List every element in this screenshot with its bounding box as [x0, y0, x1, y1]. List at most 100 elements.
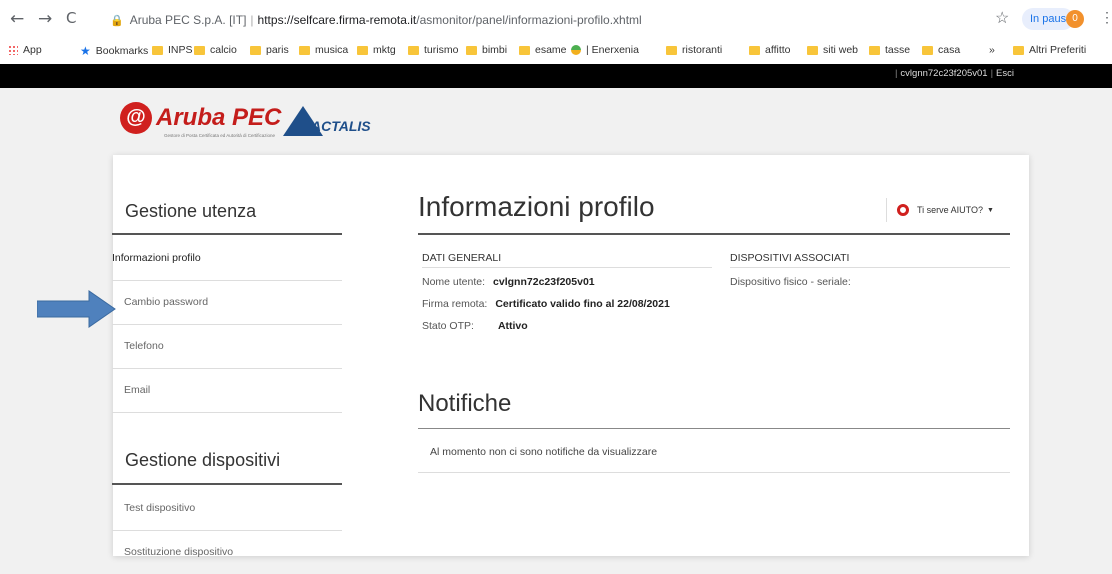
bookmark-label: siti web	[823, 44, 859, 56]
address-bar[interactable]: 🔒 Aruba PEC S.p.A. [IT] | https://selfcare.…	[110, 9, 1000, 31]
folder-icon	[357, 45, 368, 55]
sidebar-item-label: Sostituzione dispositivo	[124, 546, 234, 558]
reload-button[interactable]: C	[66, 9, 76, 27]
bookmark-item[interactable]: bimbi	[466, 44, 507, 56]
bookmark-label: bimbi	[482, 44, 508, 56]
forward-button[interactable]: →	[38, 9, 52, 29]
sidebar-divider	[112, 233, 342, 235]
bookmark-label: App	[23, 44, 42, 56]
bookmark-star-icon[interactable]: ☆	[995, 8, 1009, 28]
bookmark-item[interactable]: siti web	[807, 44, 858, 56]
actalis-triangle-icon	[283, 106, 323, 136]
devices-heading: DISPOSITIVI ASSOCIATI	[730, 252, 1010, 268]
bookmark-item[interactable]: esame	[519, 44, 567, 56]
sidebar-item-test-dispositivo[interactable]: Test dispositivo	[112, 486, 342, 531]
sidebar-item-telefono[interactable]: Telefono	[112, 324, 342, 369]
bookmark-item[interactable]: affitto	[749, 44, 791, 56]
sidebar-item-label: Cambio password	[124, 296, 209, 308]
field-remote-signature: Firma remota: Certificato valido fino al …	[422, 298, 670, 310]
bookmark-item[interactable]: turismo	[408, 44, 458, 56]
sidebar-item-cambio-password[interactable]: Cambio password	[112, 280, 342, 325]
bookmark-label: calcio	[210, 44, 237, 56]
field-otp-status: Stato OTP: Attivo	[422, 320, 528, 332]
url-path: /asmonitor/panel/informazioni-profilo.xh…	[416, 13, 642, 27]
aruba-logo-text: Aruba PEC	[156, 104, 282, 131]
bookmark-label: INPS	[168, 44, 193, 56]
browser-toolbar: ← → C 🔒 Aruba PEC S.p.A. [IT] | https://sel…	[0, 0, 1112, 38]
actalis-logo: ACTALIS	[283, 106, 371, 136]
aruba-logo-subtitle: Gestore di Posta Certificata ed Autorità…	[164, 133, 276, 138]
bookmark-label: tasse	[885, 44, 911, 56]
back-button[interactable]: ←	[10, 9, 24, 29]
field-value: Certificato valido fino al 22/08/2021	[495, 298, 670, 310]
folder-icon	[466, 45, 477, 55]
bookmark-item[interactable]: mktg	[357, 44, 396, 56]
folder-icon	[1013, 45, 1024, 55]
aruba-mark-icon: @	[120, 102, 152, 134]
title-divider	[418, 233, 1010, 235]
username-label: cvlgnn72c23f205v01	[900, 68, 988, 79]
folder-icon	[869, 45, 880, 55]
notifications-empty-message: Al momento non ci sono notifiche da visu…	[430, 446, 658, 458]
bookmark-item[interactable]: ristoranti	[666, 44, 722, 56]
star-icon: ★	[80, 44, 91, 58]
bookmark-label: Bookmarks	[95, 45, 149, 57]
bookmark-item[interactable]: tasse	[869, 44, 910, 56]
folder-icon	[299, 45, 310, 55]
profile-pause-button[interactable]: In pausa 0	[1022, 8, 1084, 30]
help-dropdown[interactable]: Ti serve AIUTO? ▼	[886, 198, 994, 222]
annotation-arrow-icon	[37, 290, 116, 328]
bookmark-item[interactable]: Altri Preferiti	[1013, 44, 1086, 56]
page-title: Informazioni profilo	[418, 191, 655, 222]
folder-icon	[519, 45, 530, 55]
bookmark-item[interactable]: musica	[299, 44, 348, 56]
bookmark-label: casa	[938, 44, 961, 56]
sidebar-divider	[112, 483, 342, 485]
bookmark-item[interactable]: | Enerxenia	[571, 44, 639, 56]
apps-icon	[8, 45, 18, 55]
sidebar-item-label: Test dispositivo	[124, 502, 196, 514]
notifications-title: Notifiche	[418, 390, 512, 417]
bookmark-item[interactable]: calcio	[194, 44, 237, 56]
folder-icon	[250, 45, 261, 55]
lifebuoy-icon	[897, 204, 909, 216]
folder-icon	[922, 45, 933, 55]
folder-icon	[749, 45, 760, 55]
globe-icon	[571, 45, 581, 55]
url-separator: |	[250, 13, 254, 27]
sidebar-item-sostituzione-dispositivo[interactable]: Sostituzione dispositivo	[112, 530, 342, 574]
folder-icon	[152, 45, 163, 55]
bookmark-item[interactable]: casa	[922, 44, 960, 56]
folder-icon	[666, 45, 677, 55]
folder-icon	[807, 45, 818, 55]
sidebar-section-title: Gestione dispositivi	[125, 450, 281, 470]
bookmark-label: paris	[266, 44, 289, 56]
bookmark-label: Altri Preferiti	[1029, 44, 1087, 56]
sidebar-item-email[interactable]: Email	[112, 368, 342, 413]
bookmark-item[interactable]: ★ Bookmarks	[80, 44, 148, 58]
bookmark-item[interactable]: INPS	[152, 44, 193, 56]
bookmark-label: turismo	[424, 44, 459, 56]
bookmark-item[interactable]: App	[8, 44, 42, 56]
lock-icon: 🔒	[110, 15, 124, 27]
bookmarks-bar: App ★ Bookmarks INPS calcio paris musica mktg tu…	[0, 38, 1112, 64]
bookmark-item[interactable]: paris	[250, 44, 289, 56]
logout-link[interactable]: Esci	[996, 68, 1014, 79]
notifications-bottom-rule	[418, 472, 1010, 473]
sidebar-item-informazioni-profilo[interactable]: Informazioni profilo	[112, 236, 342, 281]
bookmark-item[interactable]: »	[989, 44, 995, 56]
field-label: Firma remota:	[422, 298, 488, 310]
field-value: cvlgnn72c23f205v01	[493, 276, 595, 288]
field-value: Attivo	[497, 320, 528, 332]
field-label: Stato OTP:	[422, 320, 474, 332]
browser-menu-icon[interactable]: ⋮	[1100, 9, 1112, 26]
bookmark-label: musica	[315, 44, 349, 56]
bookmark-label: ristoranti	[682, 44, 723, 56]
aruba-pec-logo: @ Aruba PEC Gestore di Posta Certificata…	[120, 102, 282, 138]
sidebar-item-label: Telefono	[124, 340, 164, 352]
bookmark-label: esame	[535, 44, 567, 56]
pause-badge: 0	[1066, 10, 1084, 28]
help-label: Ti serve AIUTO?	[917, 205, 984, 215]
sidebar-item-label: Informazioni profilo	[112, 252, 201, 264]
bookmark-label: affitto	[765, 44, 791, 56]
